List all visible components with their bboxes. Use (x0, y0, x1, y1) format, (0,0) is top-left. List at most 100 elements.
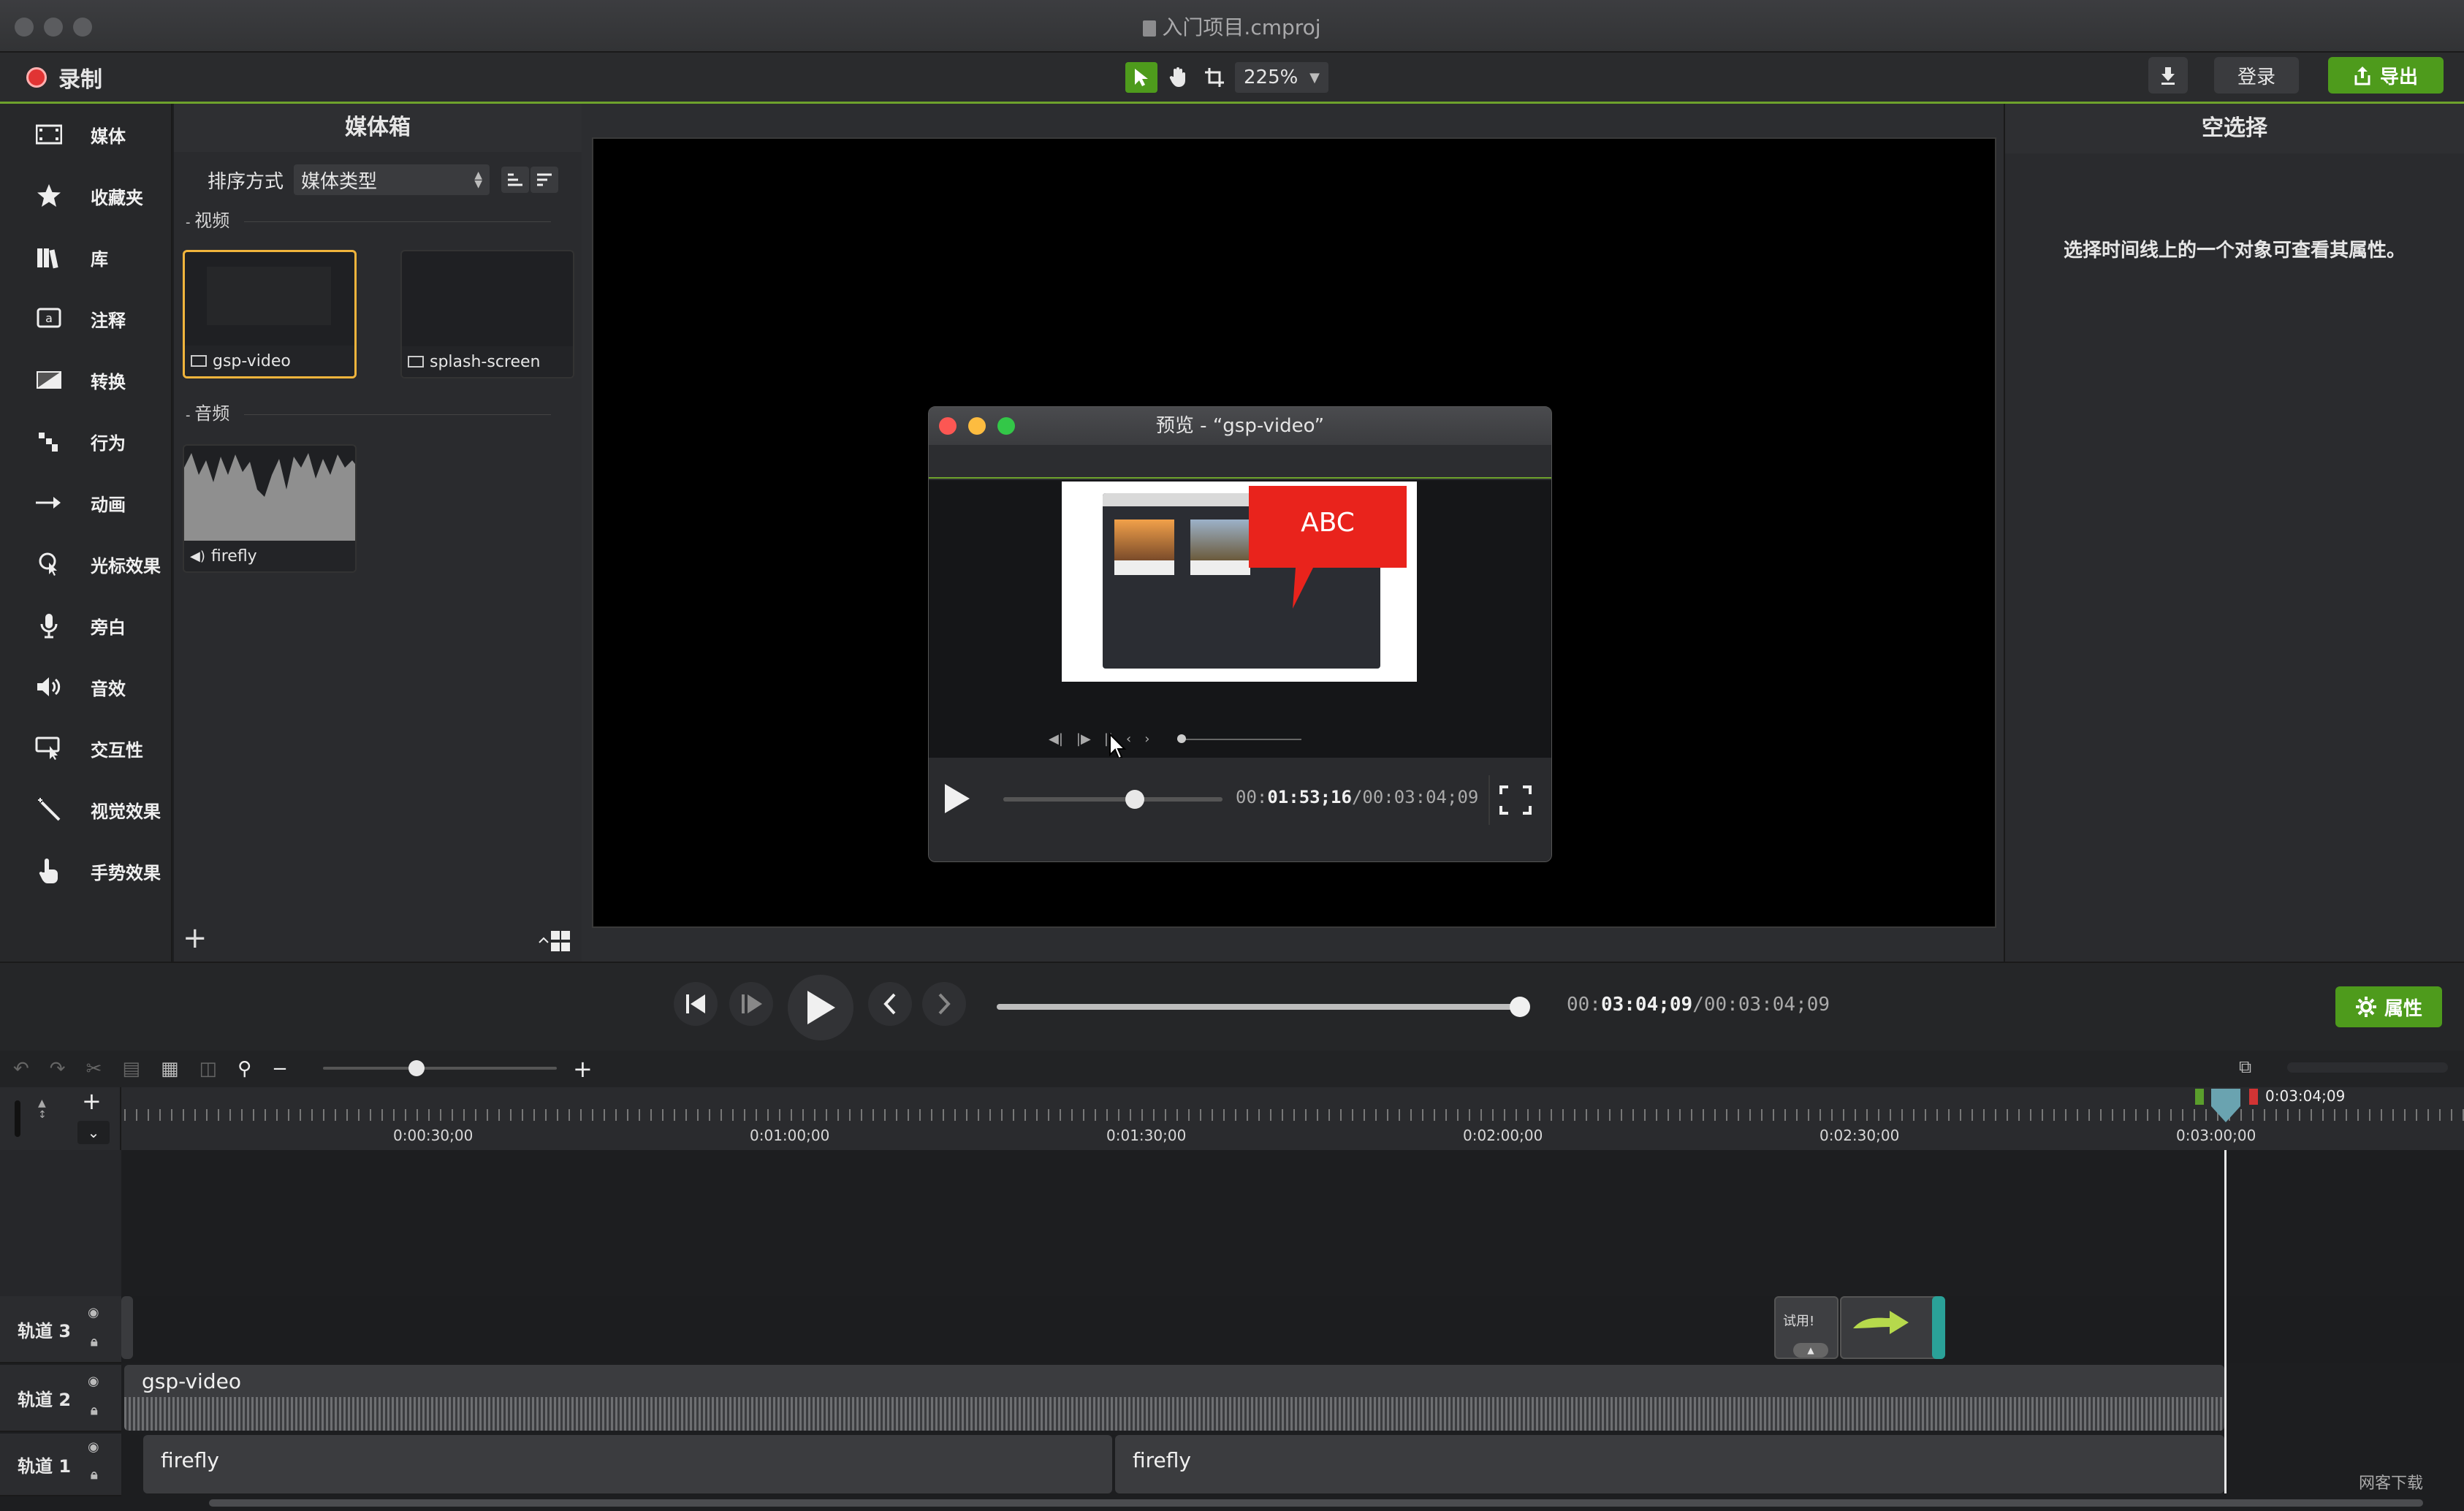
previous-marker-button[interactable] (868, 982, 912, 1026)
login-button[interactable]: 登录 (2214, 57, 2299, 94)
preview-play-button[interactable] (942, 783, 971, 815)
play-icon (807, 991, 835, 1024)
step-forward-button[interactable] (729, 982, 773, 1026)
timeline-zoom-knob[interactable] (408, 1060, 425, 1076)
preview-window[interactable]: 预览 - “gsp-video” ABC ◀| |▶ || ‹ › 00:01:… (928, 406, 1552, 862)
track-header-2[interactable]: 轨道 2 ◉ 🔒︎ (0, 1365, 121, 1432)
rail-item-annotations[interactable]: a 注释 (0, 288, 172, 349)
preview-scrubber-knob[interactable] (1125, 790, 1144, 809)
media-item-caption: splash-screen (402, 346, 573, 377)
preview-scrubber[interactable] (1003, 790, 1223, 809)
zoom-select[interactable]: 225% ▼ (1235, 62, 1328, 93)
track-options-button[interactable]: ⌄ (77, 1121, 110, 1144)
track-lane-3[interactable]: 试用! ▲ (121, 1296, 2464, 1363)
rail-item-transitions[interactable]: 转换 (0, 349, 172, 411)
next-icon[interactable]: › (1144, 731, 1149, 747)
sort-descending-button[interactable] (531, 167, 559, 193)
rail-label: 转换 (91, 371, 126, 392)
download-button[interactable] (2148, 57, 2188, 94)
rail-item-library[interactable]: 库 (0, 227, 172, 288)
animation-clip[interactable] (1840, 1296, 1941, 1359)
preview-close-button[interactable] (939, 417, 957, 435)
track-header-1[interactable]: 轨道 1 ◉ 🔒︎ (0, 1434, 121, 1496)
preview-minimize-button[interactable] (968, 417, 986, 435)
lock-icon[interactable]: 🔒︎ (91, 1334, 98, 1350)
playhead-time: 0:03:04;09 (2265, 1087, 2346, 1105)
clip-stub[interactable] (121, 1296, 133, 1359)
next-marker-button[interactable] (922, 982, 966, 1026)
paste-icon[interactable]: ▦ (161, 1058, 179, 1080)
detach-timeline-icon[interactable]: ⧉ (2239, 1057, 2251, 1077)
rail-item-visual-effects[interactable]: 视觉效果 (0, 779, 172, 840)
properties-button[interactable]: 属性 (2335, 986, 2442, 1027)
split-icon[interactable]: ◫ (199, 1058, 218, 1080)
rail-item-animations[interactable]: 动画 (0, 472, 172, 533)
media-bin-panel: 媒体箱 排序方式 媒体类型 ▲ ▼ - 视频 gsp-video splash-s… (174, 104, 582, 962)
zoom-in-button[interactable]: + (573, 1055, 593, 1083)
video-section-header[interactable]: - 视频 (186, 206, 551, 232)
copy-icon[interactable]: ▤ (122, 1058, 140, 1080)
mini-scrubber[interactable] (1177, 734, 1302, 743)
eye-icon[interactable]: ◉ (88, 1439, 99, 1455)
clip-handle[interactable] (1932, 1296, 1945, 1359)
play-button[interactable] (788, 975, 853, 1040)
lock-icon[interactable]: 🔒︎ (91, 1403, 98, 1418)
zoom-out-button[interactable]: − (272, 1058, 288, 1080)
preview-zoom-button[interactable] (997, 417, 1015, 435)
gsp-video-clip[interactable]: gsp-video (124, 1365, 2224, 1431)
sort-value: 媒体类型 (301, 170, 378, 193)
view-mode-button[interactable] (538, 929, 571, 953)
rail-item-behaviors[interactable]: 行为 (0, 411, 172, 472)
rail-item-audio-effects[interactable]: 音效 (0, 656, 172, 718)
track-height-handle[interactable] (15, 1100, 20, 1137)
playback-scrubber[interactable] (997, 997, 1530, 1017)
firefly-clip-1[interactable]: firefly (143, 1435, 1112, 1493)
pan-tool-button[interactable] (1162, 62, 1194, 93)
timeline-scroll-overview[interactable] (2287, 1062, 2448, 1073)
preview-titlebar[interactable]: 预览 - “gsp-video” (929, 407, 1551, 445)
media-item-firefly[interactable]: ◀) firefly (183, 444, 357, 573)
star-icon (25, 181, 73, 210)
sort-select[interactable]: 媒体类型 ▲ ▼ (294, 164, 490, 195)
audio-section-header[interactable]: - 音频 (186, 399, 551, 425)
playback-scrubber-knob[interactable] (1510, 997, 1530, 1017)
select-tool-button[interactable] (1125, 62, 1157, 93)
track-size-icon[interactable]: ▲ ↕ (38, 1097, 47, 1121)
lock-icon[interactable]: 🔒︎ (91, 1467, 98, 1483)
rail-item-media[interactable]: 媒体 (0, 104, 172, 165)
media-item-splash-screen[interactable]: splash-screen (400, 250, 574, 378)
step-back-icon[interactable]: |▶ (1076, 731, 1091, 747)
rail-item-favorites[interactable]: 收藏夹 (0, 165, 172, 227)
timeline-tracks: 轨道 3 ◉ 🔒︎ 试用! ▲ 轨道 2 ◉ 🔒︎ gsp-video 轨道 1… (0, 1150, 2464, 1511)
record-label: 录制 (58, 67, 102, 93)
timeline-zoom-slider[interactable] (323, 1060, 557, 1076)
eye-icon[interactable]: ◉ (88, 1305, 99, 1320)
timeline-scrollbar[interactable] (209, 1499, 2423, 1507)
step-back-button[interactable] (674, 982, 718, 1026)
cut-icon[interactable]: ✂ (86, 1058, 102, 1080)
preview-fullscreen-button[interactable] (1488, 775, 1541, 825)
undo-icon[interactable]: ↶ (13, 1058, 29, 1080)
timeline-ruler[interactable]: ▲ ↕ + ⌄ 0:00:30;00 0:01:00;00 0:01:30;00 0:0… (0, 1087, 2464, 1150)
crop-tool-button[interactable] (1198, 62, 1231, 93)
expand-icon[interactable]: ▲ (1793, 1343, 1828, 1358)
sort-ascending-button[interactable] (501, 167, 530, 193)
track-header-3[interactable]: 轨道 3 ◉ 🔒︎ (0, 1296, 121, 1363)
rail-item-gesture-effects[interactable]: 手势效果 (0, 840, 172, 902)
eye-icon[interactable]: ◉ (88, 1374, 99, 1389)
rewind-icon[interactable]: ◀| (1049, 731, 1063, 747)
rail-item-interactivity[interactable]: 交互性 (0, 718, 172, 779)
rail-item-voice-narration[interactable]: 旁白 (0, 595, 172, 656)
export-button[interactable]: 导出 (2328, 57, 2444, 94)
firefly-clip-2[interactable]: firefly (1115, 1435, 2224, 1493)
document-icon (1143, 20, 1157, 37)
media-item-gsp-video[interactable]: gsp-video (183, 250, 357, 378)
rail-item-cursor-effects[interactable]: 光标效果 (0, 533, 172, 595)
zoom-search-icon[interactable]: ⚲ (237, 1058, 251, 1080)
add-track-button[interactable]: + (82, 1087, 102, 1115)
redo-icon[interactable]: ↷ (50, 1058, 66, 1080)
record-button[interactable]: 录制 (26, 63, 102, 93)
add-media-button[interactable]: + (183, 924, 208, 953)
playhead-handle[interactable] (2210, 1087, 2242, 1124)
callout-clip[interactable]: 试用! ▲ (1774, 1296, 1839, 1359)
